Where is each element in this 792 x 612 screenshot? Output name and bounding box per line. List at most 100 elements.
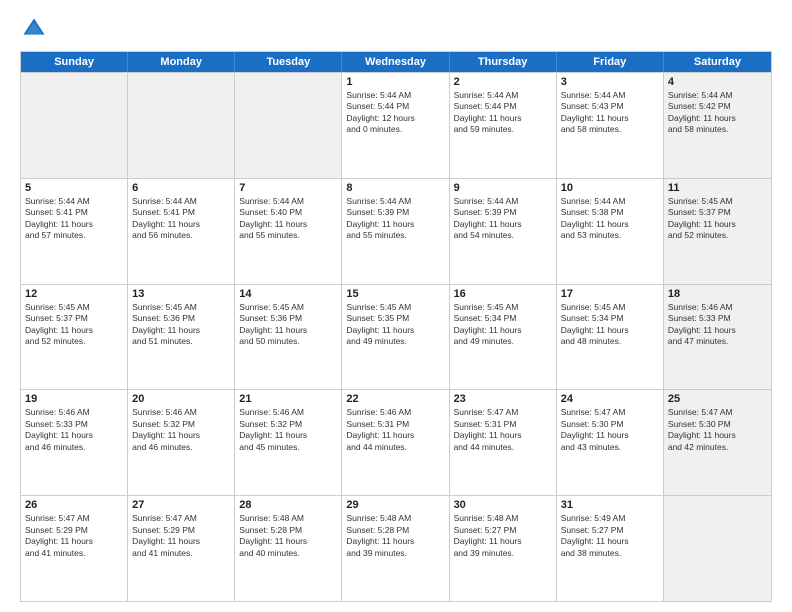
cell-info: Sunrise: 5:47 AM Sunset: 5:29 PM Dayligh… xyxy=(132,513,230,559)
cell-info: Sunrise: 5:44 AM Sunset: 5:40 PM Dayligh… xyxy=(239,196,337,242)
calendar-row: 19 Sunrise: 5:46 AM Sunset: 5:33 PM Dayli… xyxy=(21,389,771,495)
day-number: 21 xyxy=(239,393,337,405)
calendar-cell xyxy=(664,496,771,601)
day-number: 15 xyxy=(346,288,444,300)
day-number: 6 xyxy=(132,182,230,194)
day-number: 11 xyxy=(668,182,767,194)
cell-info: Sunrise: 5:45 AM Sunset: 5:36 PM Dayligh… xyxy=(239,302,337,348)
calendar-cell xyxy=(128,73,235,178)
calendar-header-cell: Tuesday xyxy=(235,52,342,72)
cell-info: Sunrise: 5:46 AM Sunset: 5:31 PM Dayligh… xyxy=(346,407,444,453)
cell-info: Sunrise: 5:49 AM Sunset: 5:27 PM Dayligh… xyxy=(561,513,659,559)
calendar-row: 5 Sunrise: 5:44 AM Sunset: 5:41 PM Daylig… xyxy=(21,178,771,284)
day-number: 16 xyxy=(454,288,552,300)
cell-info: Sunrise: 5:46 AM Sunset: 5:32 PM Dayligh… xyxy=(132,407,230,453)
calendar-cell: 14 Sunrise: 5:45 AM Sunset: 5:36 PM Dayli… xyxy=(235,285,342,390)
day-number: 28 xyxy=(239,499,337,511)
calendar-cell: 21Sunrise: 5:46 AM Sunset: 5:32 PM Dayli… xyxy=(235,390,342,495)
day-number: 13 xyxy=(132,288,230,300)
calendar-row: 12 Sunrise: 5:45 AM Sunset: 5:37 PM Dayli… xyxy=(21,284,771,390)
day-number: 27 xyxy=(132,499,230,511)
logo xyxy=(20,15,52,43)
day-number: 26 xyxy=(25,499,123,511)
calendar-cell: 15 Sunrise: 5:45 AM Sunset: 5:35 PM Dayli… xyxy=(342,285,449,390)
cell-info: Sunrise: 5:48 AM Sunset: 5:27 PM Dayligh… xyxy=(454,513,552,559)
day-number: 12 xyxy=(25,288,123,300)
cell-info: Sunrise: 5:47 AM Sunset: 5:30 PM Dayligh… xyxy=(561,407,659,453)
calendar-cell: 16 Sunrise: 5:45 AM Sunset: 5:34 PM Dayli… xyxy=(450,285,557,390)
calendar-cell: 2Sunrise: 5:44 AM Sunset: 5:44 PM Daylig… xyxy=(450,73,557,178)
cell-info: Sunrise: 5:45 AM Sunset: 5:37 PM Dayligh… xyxy=(668,196,767,242)
calendar-cell: 30 Sunrise: 5:48 AM Sunset: 5:27 PM Dayli… xyxy=(450,496,557,601)
calendar-row: 26 Sunrise: 5:47 AM Sunset: 5:29 PM Dayli… xyxy=(21,495,771,601)
calendar-cell: 26 Sunrise: 5:47 AM Sunset: 5:29 PM Dayli… xyxy=(21,496,128,601)
header xyxy=(20,15,772,43)
calendar-header-cell: Friday xyxy=(557,52,664,72)
calendar-cell: 13 Sunrise: 5:45 AM Sunset: 5:36 PM Dayli… xyxy=(128,285,235,390)
calendar-cell: 17 Sunrise: 5:45 AM Sunset: 5:34 PM Dayli… xyxy=(557,285,664,390)
calendar-header-cell: Monday xyxy=(128,52,235,72)
calendar-cell: 29 Sunrise: 5:48 AM Sunset: 5:28 PM Dayli… xyxy=(342,496,449,601)
day-number: 19 xyxy=(25,393,123,405)
cell-info: Sunrise: 5:45 AM Sunset: 5:37 PM Dayligh… xyxy=(25,302,123,348)
calendar-header-cell: Wednesday xyxy=(342,52,449,72)
calendar-cell: 23Sunrise: 5:47 AM Sunset: 5:31 PM Dayli… xyxy=(450,390,557,495)
logo-icon xyxy=(20,15,48,43)
calendar-cell: 3 Sunrise: 5:44 AM Sunset: 5:43 PM Daylig… xyxy=(557,73,664,178)
calendar-cell: 19 Sunrise: 5:46 AM Sunset: 5:33 PM Dayli… xyxy=(21,390,128,495)
cell-info: Sunrise: 5:48 AM Sunset: 5:28 PM Dayligh… xyxy=(239,513,337,559)
day-number: 24 xyxy=(561,393,659,405)
calendar-cell xyxy=(235,73,342,178)
cell-info: Sunrise: 5:44 AM Sunset: 5:41 PM Dayligh… xyxy=(25,196,123,242)
calendar-cell: 24 Sunrise: 5:47 AM Sunset: 5:30 PM Dayli… xyxy=(557,390,664,495)
calendar-cell xyxy=(21,73,128,178)
day-number: 8 xyxy=(346,182,444,194)
calendar-cell: 27 Sunrise: 5:47 AM Sunset: 5:29 PM Dayli… xyxy=(128,496,235,601)
day-number: 3 xyxy=(561,76,659,88)
calendar-cell: 22 Sunrise: 5:46 AM Sunset: 5:31 PM Dayli… xyxy=(342,390,449,495)
cell-info: Sunrise: 5:47 AM Sunset: 5:30 PM Dayligh… xyxy=(668,407,767,453)
calendar-cell: 18 Sunrise: 5:46 AM Sunset: 5:33 PM Dayli… xyxy=(664,285,771,390)
calendar-cell: 10Sunrise: 5:44 AM Sunset: 5:38 PM Dayli… xyxy=(557,179,664,284)
day-number: 4 xyxy=(668,76,767,88)
day-number: 1 xyxy=(346,76,444,88)
day-number: 17 xyxy=(561,288,659,300)
day-number: 31 xyxy=(561,499,659,511)
calendar-cell: 8Sunrise: 5:44 AM Sunset: 5:39 PM Daylig… xyxy=(342,179,449,284)
cell-info: Sunrise: 5:44 AM Sunset: 5:43 PM Dayligh… xyxy=(561,90,659,136)
calendar-cell: 5 Sunrise: 5:44 AM Sunset: 5:41 PM Daylig… xyxy=(21,179,128,284)
calendar-cell: 9Sunrise: 5:44 AM Sunset: 5:39 PM Daylig… xyxy=(450,179,557,284)
calendar-header-row: SundayMondayTuesdayWednesdayThursdayFrid… xyxy=(21,52,771,72)
cell-info: Sunrise: 5:47 AM Sunset: 5:31 PM Dayligh… xyxy=(454,407,552,453)
calendar-cell: 6Sunrise: 5:44 AM Sunset: 5:41 PM Daylig… xyxy=(128,179,235,284)
cell-info: Sunrise: 5:45 AM Sunset: 5:36 PM Dayligh… xyxy=(132,302,230,348)
calendar-cell: 12 Sunrise: 5:45 AM Sunset: 5:37 PM Dayli… xyxy=(21,285,128,390)
calendar-cell: 31 Sunrise: 5:49 AM Sunset: 5:27 PM Dayli… xyxy=(557,496,664,601)
cell-info: Sunrise: 5:45 AM Sunset: 5:34 PM Dayligh… xyxy=(561,302,659,348)
calendar-header-cell: Thursday xyxy=(450,52,557,72)
day-number: 25 xyxy=(668,393,767,405)
day-number: 5 xyxy=(25,182,123,194)
calendar-header-cell: Saturday xyxy=(664,52,771,72)
calendar-cell: 1 Sunrise: 5:44 AM Sunset: 5:44 PM Daylig… xyxy=(342,73,449,178)
cell-info: Sunrise: 5:46 AM Sunset: 5:33 PM Dayligh… xyxy=(668,302,767,348)
day-number: 2 xyxy=(454,76,552,88)
day-number: 22 xyxy=(346,393,444,405)
calendar: SundayMondayTuesdayWednesdayThursdayFrid… xyxy=(20,51,772,602)
cell-info: Sunrise: 5:47 AM Sunset: 5:29 PM Dayligh… xyxy=(25,513,123,559)
day-number: 9 xyxy=(454,182,552,194)
calendar-body: 1 Sunrise: 5:44 AM Sunset: 5:44 PM Daylig… xyxy=(21,72,771,601)
day-number: 18 xyxy=(668,288,767,300)
cell-info: Sunrise: 5:45 AM Sunset: 5:34 PM Dayligh… xyxy=(454,302,552,348)
cell-info: Sunrise: 5:48 AM Sunset: 5:28 PM Dayligh… xyxy=(346,513,444,559)
day-number: 7 xyxy=(239,182,337,194)
page: SundayMondayTuesdayWednesdayThursdayFrid… xyxy=(0,0,792,612)
cell-info: Sunrise: 5:46 AM Sunset: 5:33 PM Dayligh… xyxy=(25,407,123,453)
calendar-row: 1 Sunrise: 5:44 AM Sunset: 5:44 PM Daylig… xyxy=(21,72,771,178)
day-number: 29 xyxy=(346,499,444,511)
calendar-cell: 4Sunrise: 5:44 AM Sunset: 5:42 PM Daylig… xyxy=(664,73,771,178)
cell-info: Sunrise: 5:44 AM Sunset: 5:44 PM Dayligh… xyxy=(346,90,444,136)
day-number: 30 xyxy=(454,499,552,511)
cell-info: Sunrise: 5:45 AM Sunset: 5:35 PM Dayligh… xyxy=(346,302,444,348)
day-number: 14 xyxy=(239,288,337,300)
